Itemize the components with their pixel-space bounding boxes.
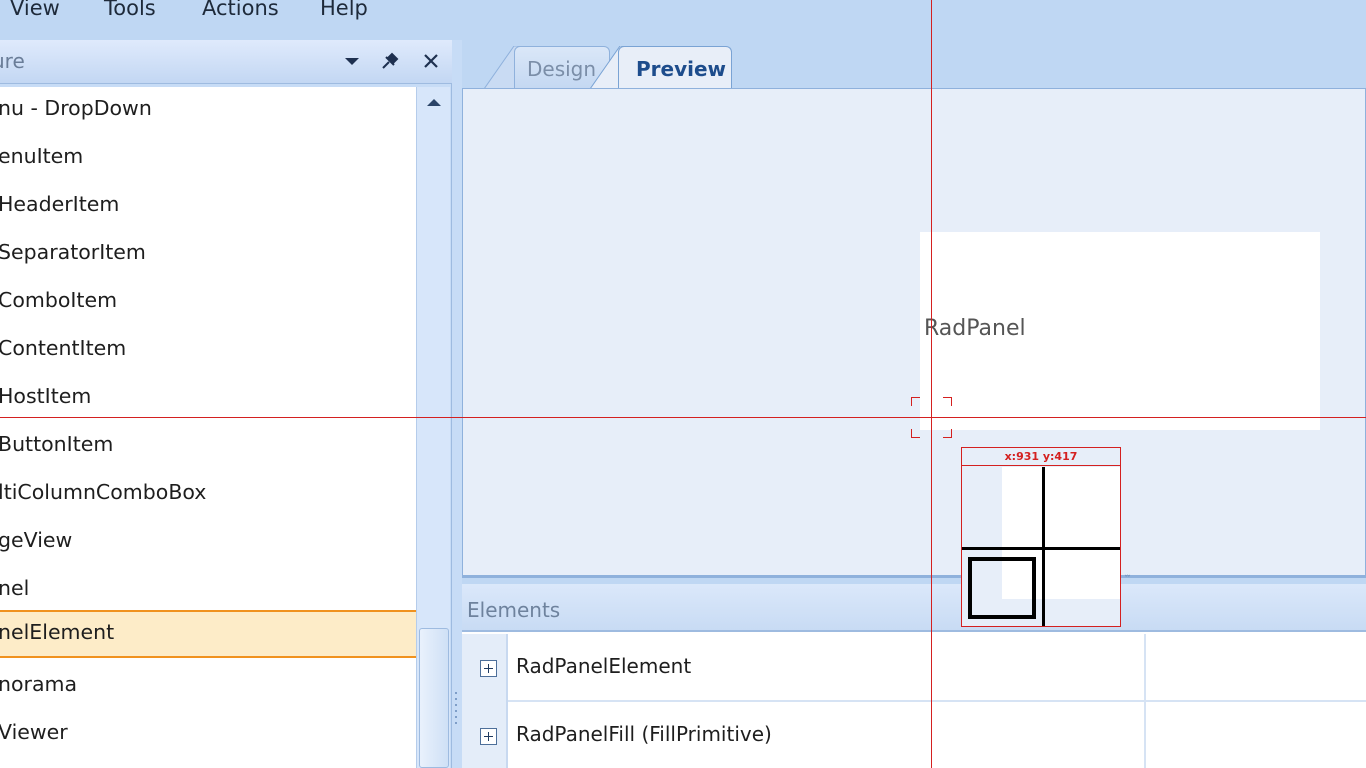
tree-item[interactable]: ComboItem — [0, 279, 416, 327]
expand-plus-icon[interactable] — [480, 660, 497, 677]
element-name-cell: RadPanelFill (FillPrimitive) — [516, 722, 772, 746]
close-icon[interactable] — [419, 48, 443, 74]
menu-help[interactable]: Help — [320, 0, 368, 20]
menu-tools[interactable]: Tools — [104, 0, 156, 20]
table-row[interactable]: RadPanelFill (FillPrimitive) — [462, 702, 1366, 768]
table-row[interactable]: RadPanelElement — [462, 634, 1366, 702]
tree-item[interactable]: HostItem — [0, 375, 416, 423]
menu-bar: View Tools Actions Help — [0, 0, 1366, 40]
structure-panel: ure nu - DropDown enuItem HeaderItem Sep… — [0, 40, 452, 768]
element-name-cell: RadPanelElement — [516, 654, 692, 678]
radpanel-label: RadPanel — [924, 316, 1026, 341]
tree-item[interactable]: ltiColumnComboBox — [0, 471, 416, 519]
column-divider — [1144, 702, 1146, 768]
crosshair-vertical-line — [931, 0, 932, 768]
tree-item[interactable]: enuItem — [0, 135, 416, 183]
magnifier-loupe: x:931 y:417 — [961, 447, 1121, 627]
pin-icon[interactable] — [378, 48, 402, 74]
crosshair-target-icon — [911, 397, 952, 438]
tree-item[interactable]: norama — [0, 663, 416, 711]
elements-panel: Elements RadPanelElement RadPanelFill (F… — [462, 584, 1366, 768]
scroll-thumb[interactable] — [419, 628, 449, 768]
menu-view[interactable]: View — [0, 0, 60, 20]
tree-item[interactable]: nel — [0, 567, 416, 615]
structure-panel-title: ure — [0, 49, 25, 73]
tree-item[interactable]: SeparatorItem — [0, 231, 416, 279]
horizontal-splitter-grip-icon[interactable]: ˇˇ — [1124, 576, 1138, 585]
dropdown-arrow-icon[interactable] — [340, 48, 364, 74]
tree-item-selected[interactable]: nelElement — [0, 610, 416, 658]
tab-preview[interactable]: Preview — [618, 46, 732, 90]
splitter-grip-icon — [455, 692, 457, 724]
structure-panel-header: ure — [0, 40, 452, 84]
panel-splitter[interactable] — [452, 40, 462, 768]
tree-item[interactable]: Viewer — [0, 711, 416, 759]
tree-item[interactable]: ButtonItem — [0, 423, 416, 471]
elements-grid: RadPanelElement RadPanelFill (FillPrimit… — [462, 634, 1366, 768]
tree-item[interactable]: geView — [0, 519, 416, 567]
crosshair-horizontal-line — [0, 417, 1366, 418]
structure-tree[interactable]: nu - DropDown enuItem HeaderItem Separat… — [0, 87, 416, 768]
magnifier-coordinates: x:931 y:417 — [962, 448, 1120, 466]
elements-panel-title: Elements — [467, 598, 561, 622]
row-header — [462, 634, 508, 702]
menu-actions[interactable]: Actions — [202, 0, 279, 20]
row-header — [462, 702, 508, 768]
elements-panel-header: Elements — [462, 584, 1366, 632]
designer-tabstrip: Design Preview — [462, 40, 1366, 90]
tree-item[interactable]: ContentItem — [0, 327, 416, 375]
radpanel-preview[interactable]: RadPanel — [920, 232, 1320, 430]
scroll-up-arrow-icon[interactable] — [417, 87, 450, 117]
tree-item[interactable]: HeaderItem — [0, 183, 416, 231]
tree-item[interactable]: nu - DropDown — [0, 87, 416, 135]
magnifier-zoom-view — [962, 467, 1120, 626]
column-divider — [1144, 634, 1146, 702]
tree-vertical-scrollbar[interactable] — [416, 87, 450, 768]
expand-plus-icon[interactable] — [480, 728, 497, 745]
